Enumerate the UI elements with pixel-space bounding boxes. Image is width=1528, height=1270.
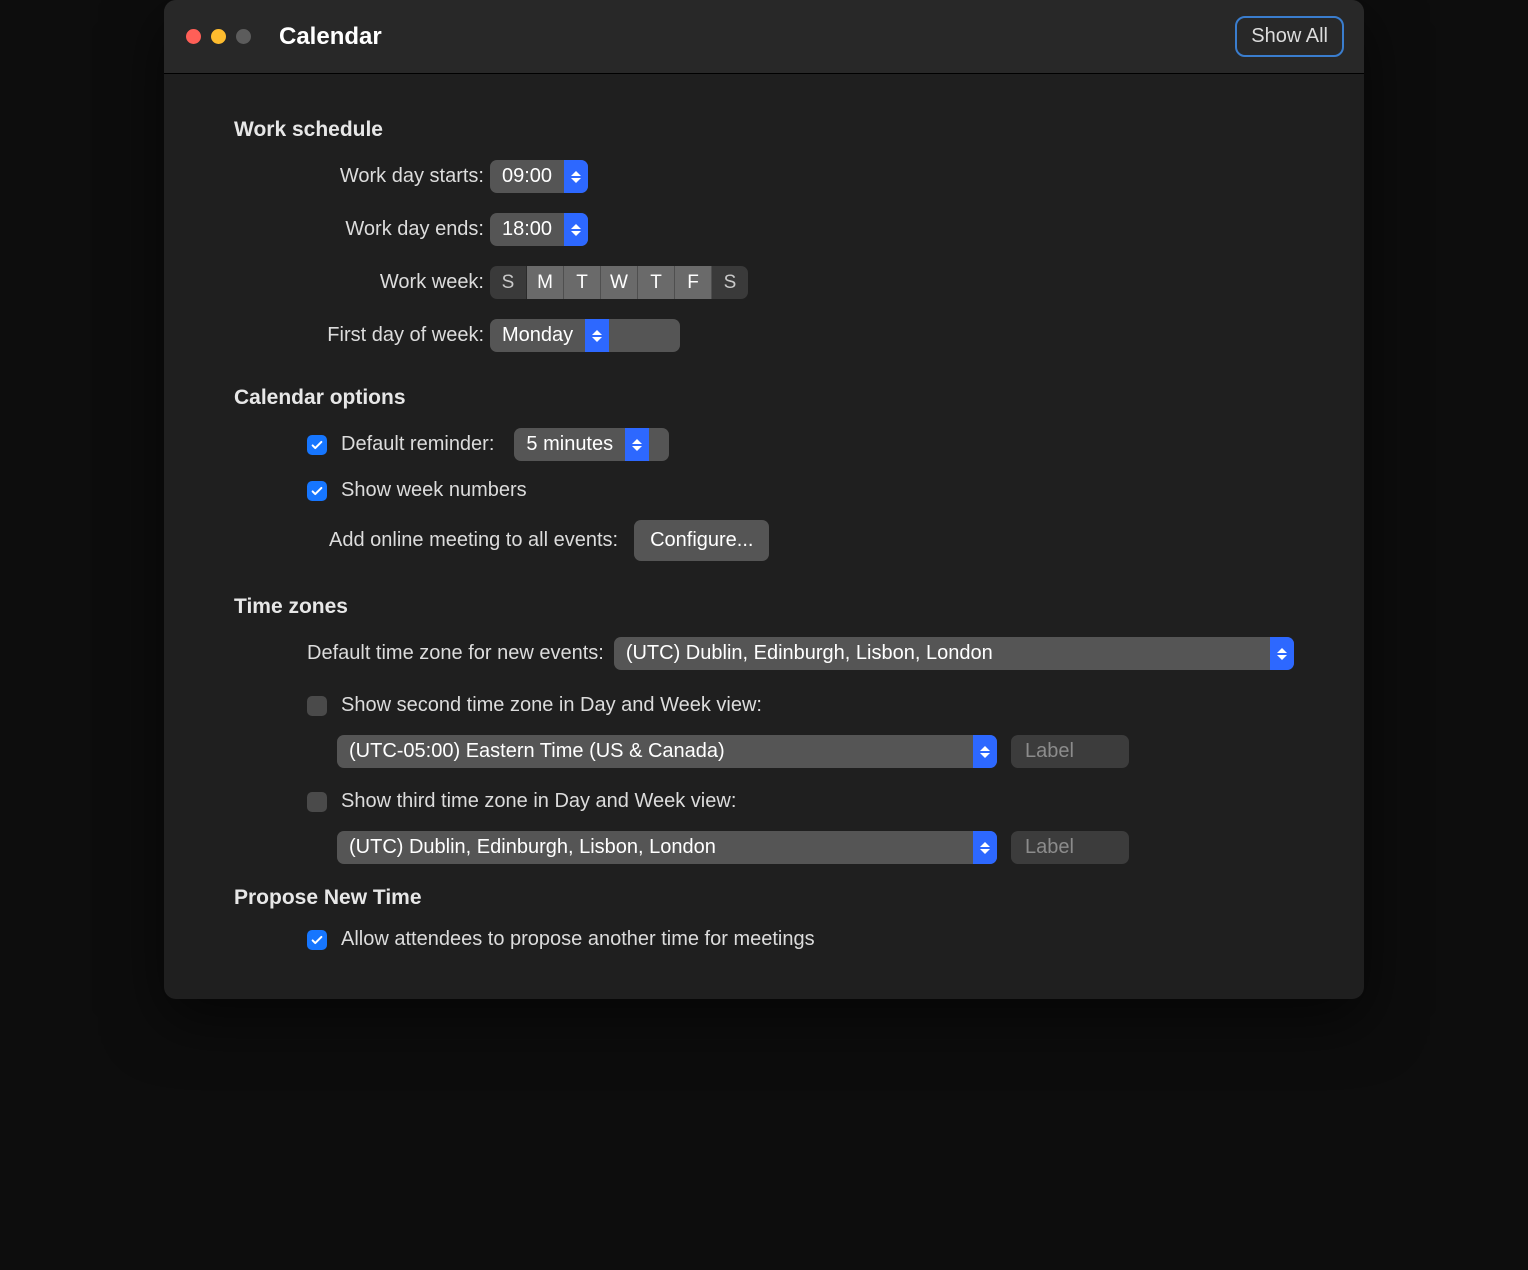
work-week-day-0[interactable]: S bbox=[490, 266, 527, 299]
page-title: Calendar bbox=[279, 23, 382, 51]
third-timezone-label: Show third time zone in Day and Week vie… bbox=[341, 790, 736, 813]
show-all-button[interactable]: Show All bbox=[1235, 16, 1344, 57]
default-timezone-select[interactable]: (UTC) Dublin, Edinburgh, Lisbon, London bbox=[614, 637, 1294, 670]
configure-button[interactable]: Configure... bbox=[634, 520, 769, 561]
third-timezone-labelbox[interactable]: Label bbox=[1011, 831, 1129, 864]
first-day-select[interactable]: Monday bbox=[490, 319, 680, 352]
second-timezone-select[interactable]: (UTC-05:00) Eastern Time (US & Canada) bbox=[337, 735, 997, 768]
stepper-icon bbox=[564, 213, 588, 246]
zoom-window-icon[interactable] bbox=[236, 29, 251, 44]
third-timezone-value: (UTC) Dublin, Edinburgh, Lisbon, London bbox=[337, 831, 973, 864]
work-week-day-6[interactable]: S bbox=[712, 266, 748, 299]
default-reminder-select[interactable]: 5 minutes bbox=[514, 428, 669, 461]
second-timezone-label: Show second time zone in Day and Week vi… bbox=[341, 694, 762, 717]
work-day-ends-select[interactable]: 18:00 bbox=[490, 213, 588, 246]
preferences-window: Calendar Show All Work schedule Work day… bbox=[164, 0, 1364, 999]
check-icon bbox=[310, 933, 324, 947]
allow-propose-label: Allow attendees to propose another time … bbox=[341, 928, 815, 951]
stepper-icon bbox=[564, 160, 588, 193]
section-calendar-options: Calendar options bbox=[234, 386, 1294, 410]
check-icon bbox=[310, 484, 324, 498]
work-week-day-4[interactable]: T bbox=[638, 266, 675, 299]
work-week-segmented[interactable]: SMTWTFS bbox=[490, 266, 748, 299]
stepper-icon bbox=[625, 428, 649, 461]
default-reminder-label: Default reminder: bbox=[341, 433, 494, 456]
allow-propose-checkbox[interactable] bbox=[307, 930, 327, 950]
work-day-ends-value: 18:00 bbox=[490, 213, 564, 246]
close-window-icon[interactable] bbox=[186, 29, 201, 44]
second-timezone-value: (UTC-05:00) Eastern Time (US & Canada) bbox=[337, 735, 973, 768]
section-time-zones: Time zones bbox=[234, 595, 1294, 619]
stepper-icon bbox=[973, 831, 997, 864]
check-icon bbox=[310, 438, 324, 452]
third-timezone-select[interactable]: (UTC) Dublin, Edinburgh, Lisbon, London bbox=[337, 831, 997, 864]
work-day-ends-label: Work day ends: bbox=[234, 218, 490, 241]
work-week-day-2[interactable]: T bbox=[564, 266, 601, 299]
stepper-icon bbox=[585, 319, 609, 352]
online-meeting-label: Add online meeting to all events: bbox=[329, 529, 618, 552]
second-timezone-checkbox[interactable] bbox=[307, 696, 327, 716]
minimize-window-icon[interactable] bbox=[211, 29, 226, 44]
work-week-day-5[interactable]: F bbox=[675, 266, 712, 299]
first-day-value: Monday bbox=[490, 319, 585, 352]
first-day-label: First day of week: bbox=[234, 324, 490, 347]
default-reminder-checkbox[interactable] bbox=[307, 435, 327, 455]
work-day-starts-label: Work day starts: bbox=[234, 165, 490, 188]
default-timezone-value: (UTC) Dublin, Edinburgh, Lisbon, London bbox=[614, 637, 1270, 670]
work-week-day-3[interactable]: W bbox=[601, 266, 638, 299]
second-timezone-labelbox[interactable]: Label bbox=[1011, 735, 1129, 768]
work-day-starts-select[interactable]: 09:00 bbox=[490, 160, 588, 193]
work-day-starts-value: 09:00 bbox=[490, 160, 564, 193]
week-numbers-checkbox[interactable] bbox=[307, 481, 327, 501]
window-controls bbox=[186, 29, 251, 44]
section-propose-time: Propose New Time bbox=[234, 886, 1294, 910]
default-timezone-label: Default time zone for new events: bbox=[307, 642, 604, 665]
section-work-schedule: Work schedule bbox=[234, 118, 1294, 142]
third-timezone-checkbox[interactable] bbox=[307, 792, 327, 812]
titlebar: Calendar Show All bbox=[164, 0, 1364, 74]
stepper-icon bbox=[1270, 637, 1294, 670]
content: Work schedule Work day starts: 09:00 Wor… bbox=[164, 74, 1364, 999]
work-week-label: Work week: bbox=[234, 271, 490, 294]
work-week-day-1[interactable]: M bbox=[527, 266, 564, 299]
week-numbers-label: Show week numbers bbox=[341, 479, 527, 502]
stepper-icon bbox=[973, 735, 997, 768]
default-reminder-value: 5 minutes bbox=[514, 428, 625, 461]
